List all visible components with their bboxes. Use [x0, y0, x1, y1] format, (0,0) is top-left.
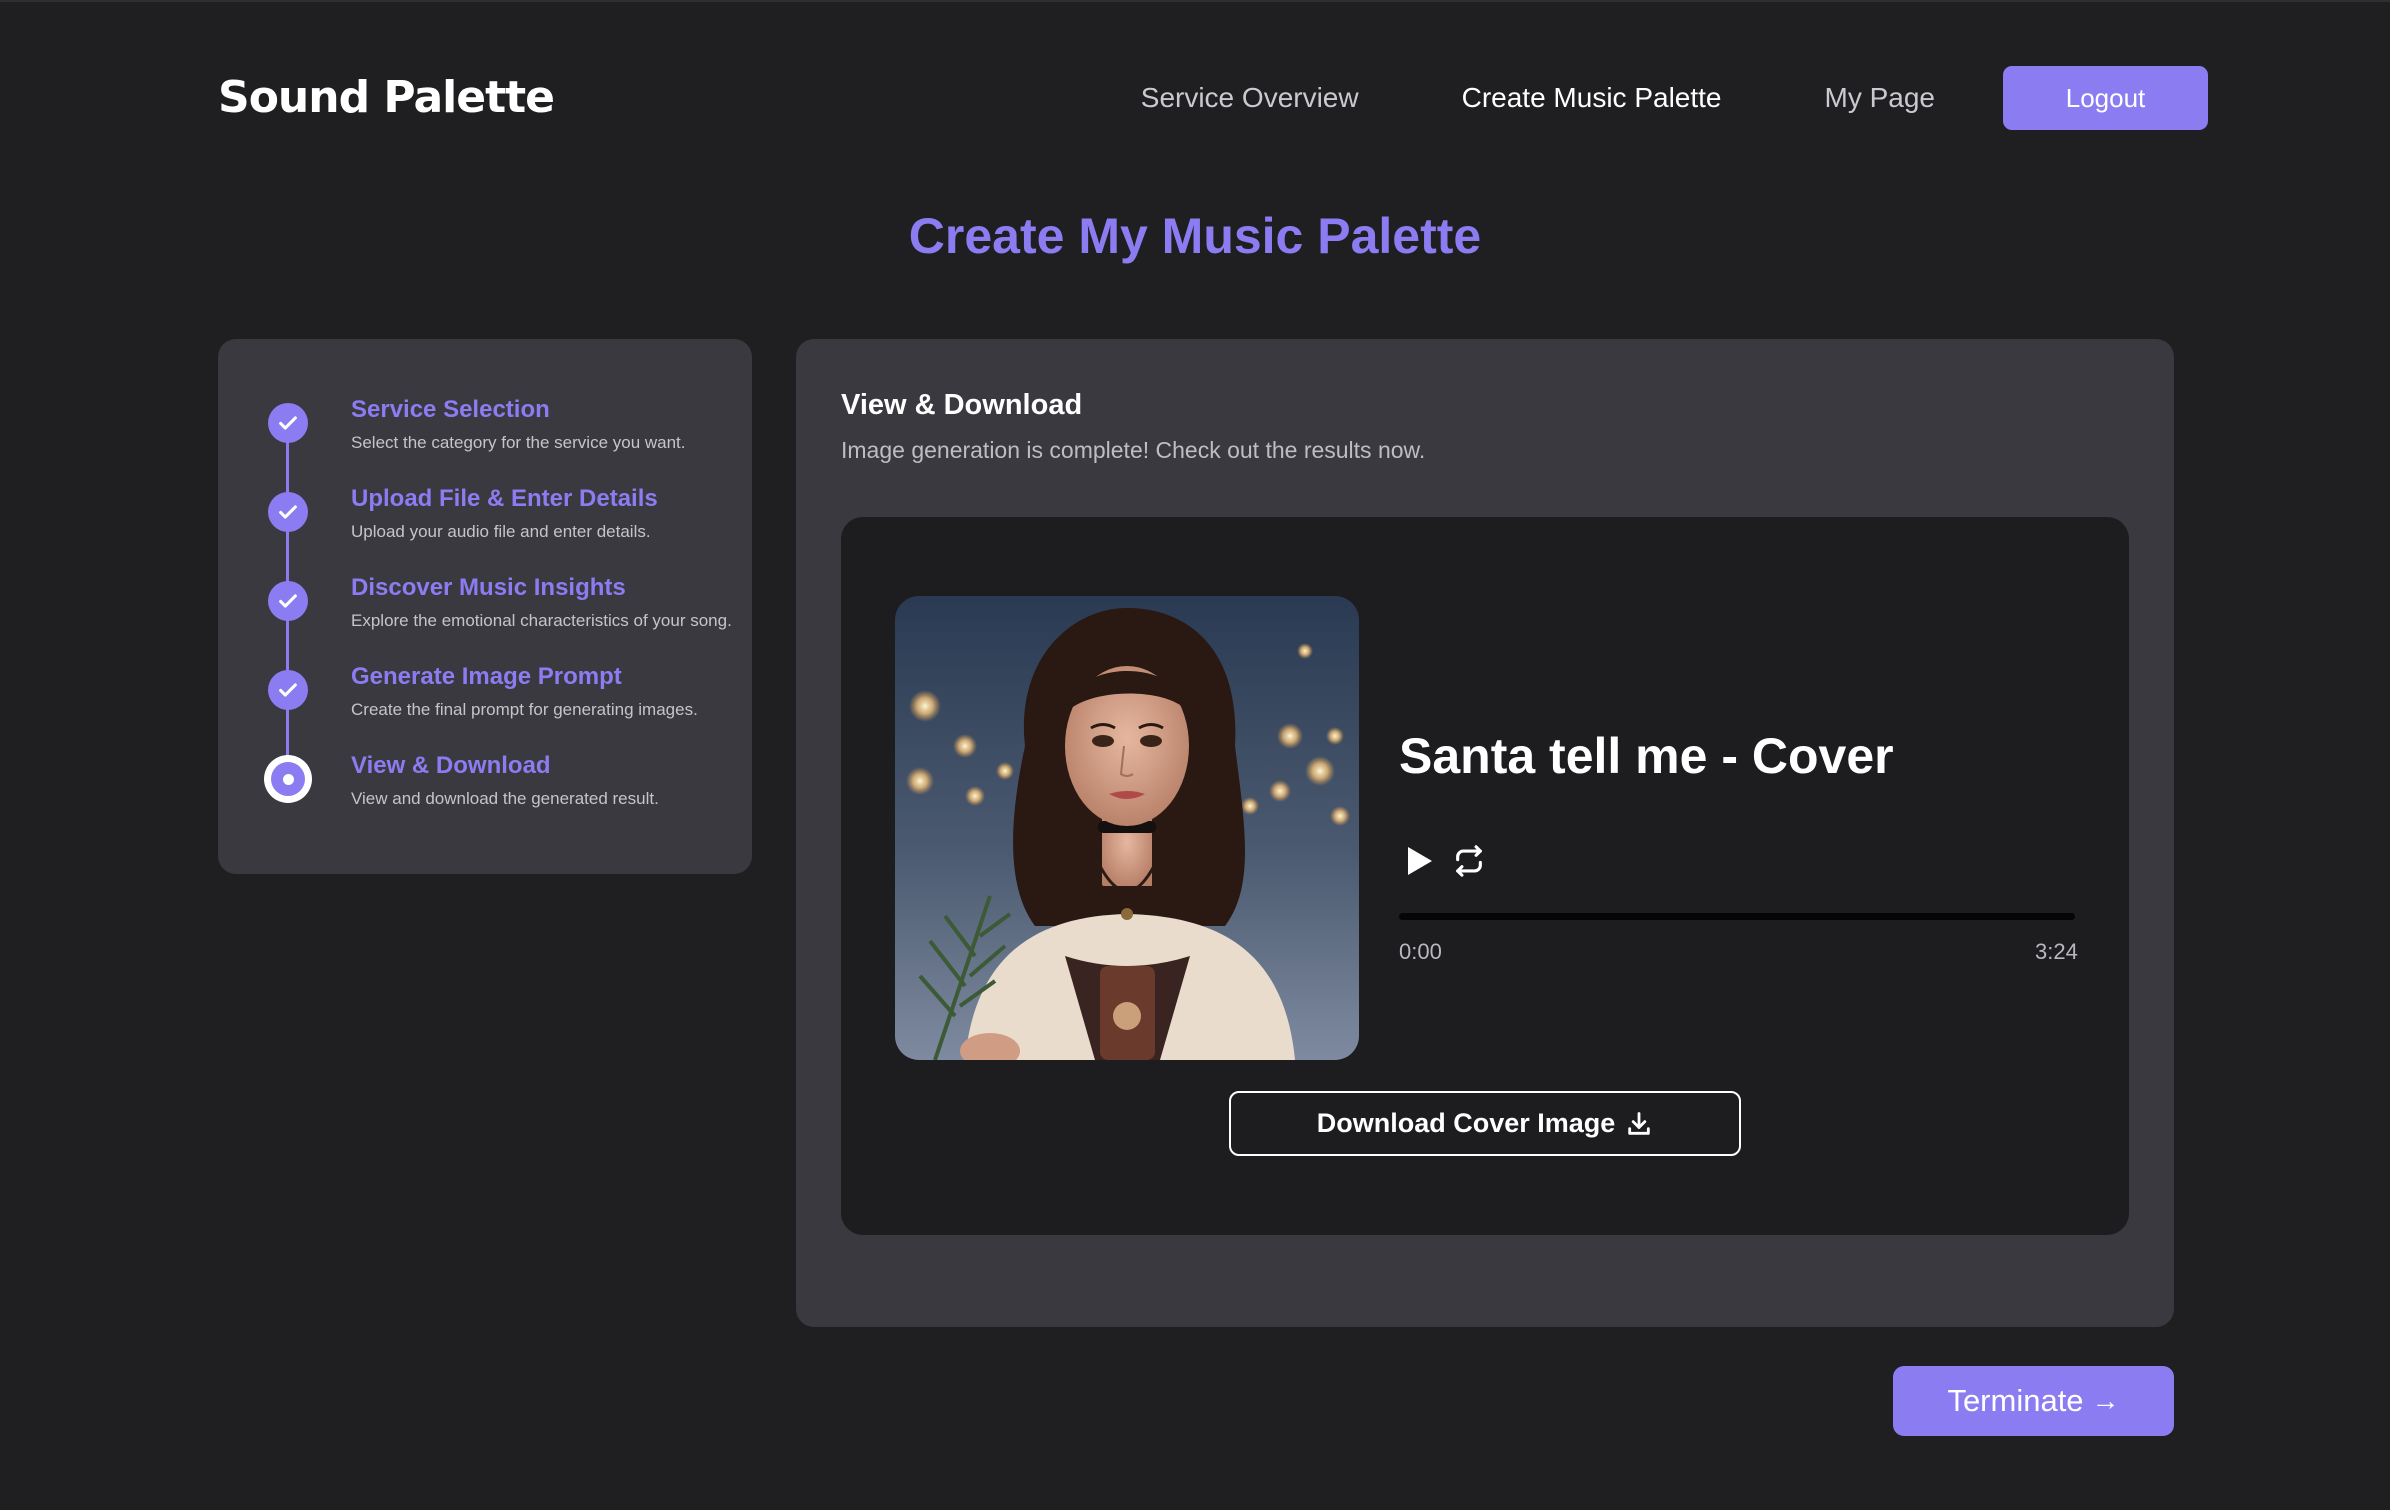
step-title: Discover Music Insights	[351, 574, 626, 601]
duration: 3:24	[2035, 939, 2078, 964]
progress-stepper: Service Selection Select the category fo…	[218, 339, 752, 874]
nav-my-page[interactable]: My Page	[1825, 82, 1936, 114]
section-title: View & Download	[841, 389, 1083, 421]
nav-create-music-palette[interactable]: Create Music Palette	[1462, 82, 1722, 114]
play-icon[interactable]	[1399, 841, 1439, 881]
download-button-label: Download Cover Image	[1316, 1108, 1616, 1138]
song-title: Santa tell me - Cover	[1399, 728, 1894, 784]
cover-image	[895, 596, 1359, 1060]
step-title: Service Selection	[351, 396, 550, 423]
check-icon	[268, 581, 308, 621]
logout-button[interactable]: Logout	[2003, 66, 2208, 130]
step-description: Upload your audio file and enter details…	[351, 522, 651, 541]
download-cover-image-button[interactable]: Download Cover Image	[1229, 1091, 1741, 1156]
terminate-label: Terminate	[1947, 1383, 2084, 1418]
logo[interactable]: Sound Palette	[218, 72, 555, 123]
arrow-right-icon: →	[2091, 1385, 2120, 1416]
check-icon	[268, 403, 308, 443]
check-icon	[268, 492, 308, 532]
terminate-button[interactable]: Terminate →	[1893, 1366, 2174, 1436]
result-card: View & Download Image generation is comp…	[796, 339, 2174, 1327]
current-time: 0:00	[1399, 939, 1442, 964]
section-subtitle: Image generation is complete! Check out …	[841, 437, 1426, 463]
step-title: Upload File & Enter Details	[351, 485, 658, 512]
step-description: Explore the emotional characteristics of…	[351, 611, 732, 630]
step-description: Create the final prompt for generating i…	[351, 700, 698, 719]
page-title: Create My Music Palette	[908, 208, 1482, 264]
repeat-icon[interactable]	[1449, 841, 1489, 881]
nav-service-overview[interactable]: Service Overview	[1141, 82, 1359, 114]
current-step-icon	[264, 755, 312, 803]
download-icon	[1628, 1111, 1651, 1135]
step-description: View and download the generated result.	[351, 789, 659, 808]
step-description: Select the category for the service you …	[351, 433, 686, 452]
step-title: View & Download	[351, 752, 551, 779]
step-title: Generate Image Prompt	[351, 663, 622, 690]
result-panel: Santa tell me - Cover 0:00 3:24 Download…	[841, 517, 2129, 1235]
check-icon	[268, 670, 308, 710]
top-nav: Service Overview Create Music Palette My…	[1141, 66, 2208, 130]
playback-progress-bar[interactable]	[1399, 913, 2075, 920]
page: Sound Palette Service Overview Create Mu…	[0, 0, 2390, 1510]
